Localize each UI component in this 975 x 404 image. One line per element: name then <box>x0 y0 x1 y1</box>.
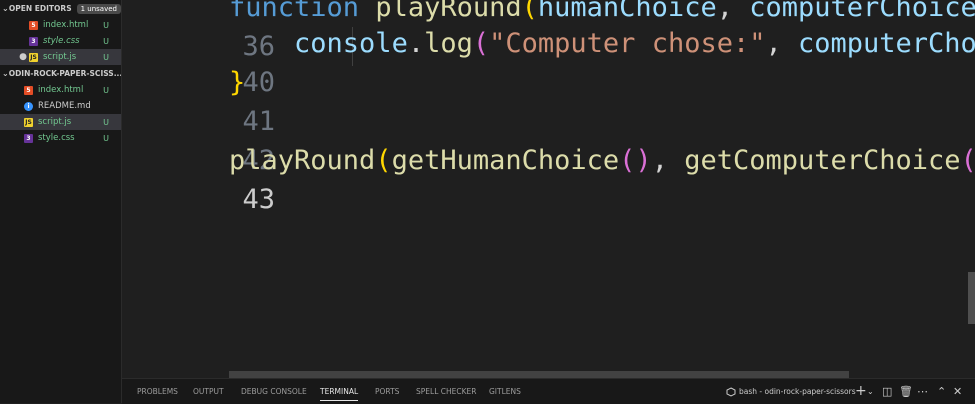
unsaved-badge: 1 unsaved <box>76 3 121 14</box>
open-editors-title: OPEN EDITORS <box>8 4 72 13</box>
vertical-scrollbar[interactable] <box>968 272 975 324</box>
tab-spell-checker[interactable]: SPELL CHECKER <box>416 379 476 404</box>
unsaved-dot-icon[interactable]: ● <box>17 52 29 62</box>
bottom-panel: PROBLEMS OUTPUT DEBUG CONSOLE TERMINAL P… <box>122 378 975 404</box>
tab-gitlens[interactable]: GITLENS <box>489 379 521 404</box>
html-file-icon: 5 <box>24 85 33 95</box>
file-name: script.js <box>38 117 72 127</box>
file-name: style.css <box>43 36 80 46</box>
horizontal-scrollbar[interactable] <box>229 371 849 378</box>
file-name: README.md <box>38 101 91 111</box>
terminal-selector[interactable]: bash - odin-rock-paper-scissors <box>726 379 856 404</box>
tree-item-readme[interactable]: i README.md <box>0 98 121 114</box>
git-status: U <box>103 52 109 62</box>
file-name: style.css <box>38 133 75 143</box>
tab-output[interactable]: OUTPUT <box>193 379 224 404</box>
code-editor[interactable]: 36 function playRound(humanChoice, compu… <box>122 0 975 378</box>
code-text: } <box>229 67 246 98</box>
open-editor-style-css[interactable]: 3 style.css U <box>0 33 121 49</box>
html-file-icon: 5 <box>29 20 38 30</box>
open-editor-index-html[interactable]: 5 index.html U <box>0 17 121 33</box>
git-status: U <box>103 117 109 127</box>
split-terminal-icon[interactable]: ◫ <box>882 379 892 404</box>
js-file-icon: JS <box>29 52 38 62</box>
chevron-up-icon[interactable]: ⌃ <box>937 379 946 404</box>
more-actions-icon[interactable]: ⋯ <box>917 379 928 404</box>
tab-problems[interactable]: PROBLEMS <box>137 379 178 404</box>
code-text: playRound(getHumanChoice(), getComputerC… <box>229 145 975 176</box>
file-name: script.js <box>43 52 77 62</box>
close-icon[interactable]: ✕ <box>953 379 962 404</box>
folder-header[interactable]: ⌄ ODIN-ROCK-PAPER-SCISS... <box>0 65 121 82</box>
code-line[interactable]: 41 } <box>122 63 975 137</box>
code-line[interactable]: 36 function playRound(humanChoice, compu… <box>122 0 975 62</box>
open-editor-script-js[interactable]: ● JS script.js U <box>0 49 121 65</box>
js-file-icon: JS <box>24 117 33 127</box>
css-file-icon: 3 <box>24 133 33 143</box>
terminal-name: bash - odin-rock-paper-scissors <box>739 387 856 396</box>
file-name: index.html <box>43 20 89 30</box>
git-status: U <box>103 20 109 30</box>
tree-item-index-html[interactable]: 5 index.html U <box>0 82 121 98</box>
tab-terminal[interactable]: TERMINAL <box>320 379 359 404</box>
css-file-icon: 3 <box>29 36 38 46</box>
line-number: 43 <box>242 184 276 215</box>
tree-item-script-js[interactable]: JS script.js U <box>0 114 121 130</box>
code-line[interactable]: 40 console.log("Computer chose:", comput… <box>122 24 975 98</box>
git-status: U <box>103 85 109 95</box>
code-line-current[interactable]: 43 playRound(getHumanChoice(), getComput… <box>122 141 975 215</box>
explorer-sidebar: ⌄ OPEN EDITORS 1 unsaved 5 index.html U … <box>0 0 122 403</box>
new-terminal-plus-icon[interactable]: + <box>855 379 867 404</box>
chevron-down-icon: ⌄ <box>2 4 9 13</box>
folder-title: ODIN-ROCK-PAPER-SCISS... <box>8 69 122 78</box>
chevron-down-icon[interactable]: ⌄ <box>867 379 874 404</box>
open-editors-header[interactable]: ⌄ OPEN EDITORS 1 unsaved <box>0 0 121 17</box>
terminal-shell-icon <box>726 386 736 397</box>
trash-icon[interactable]: 🗑 <box>899 379 913 404</box>
git-status: U <box>103 133 109 143</box>
code-line[interactable]: 42 <box>122 102 975 176</box>
tab-ports[interactable]: PORTS <box>375 379 399 404</box>
git-status: U <box>103 36 109 46</box>
info-icon: i <box>24 101 33 111</box>
code-text: console.log("Computer chose:", computerC… <box>294 28 975 59</box>
tree-item-style-css[interactable]: 3 style.css U <box>0 130 121 146</box>
chevron-down-icon: ⌄ <box>2 69 9 78</box>
code-text: function playRound(humanChoice, computer… <box>229 0 975 23</box>
file-name: index.html <box>38 85 84 95</box>
tab-debug-console[interactable]: DEBUG CONSOLE <box>241 379 307 404</box>
